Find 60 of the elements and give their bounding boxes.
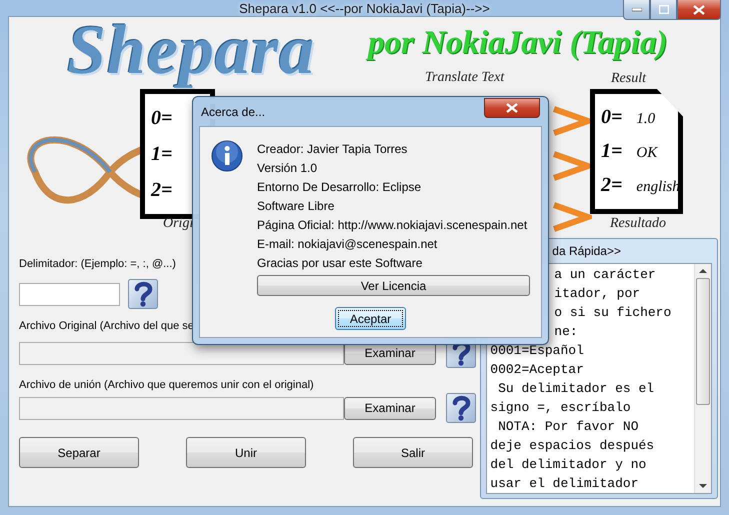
scroll-down-icon[interactable]: [699, 483, 707, 489]
field-label: Delimitador: (Ejemplo: =, :, @...): [19, 258, 176, 270]
help-text-line: signo =, escríbalo: [490, 399, 632, 417]
action-button[interactable]: Unir: [186, 437, 306, 468]
close-button[interactable]: [484, 98, 540, 118]
document-line: 0=: [601, 106, 622, 129]
file-path-field[interactable]: [19, 342, 344, 364]
file-path-field[interactable]: [19, 396, 344, 420]
diagram-caption: Translate Text: [425, 70, 504, 85]
delimiter-field[interactable]: [19, 282, 120, 306]
help-text-line: NOTA: Por favor NO: [497, 418, 640, 436]
about-text: Página Oficial: http://www.nokiajavi.scenespain.net: [257, 217, 528, 234]
help-icon[interactable]: [446, 393, 476, 423]
field-label: Archivo de unión (Archivo que queremos unir con el original): [19, 379, 314, 391]
close-icon: [506, 103, 518, 113]
about-text: Creador: Javier Tapia Torres: [257, 141, 408, 158]
license-button[interactable]: Ver Licencia: [257, 275, 530, 296]
browse-button[interactable]: Examinar: [344, 396, 436, 420]
document-line: 2=: [601, 174, 622, 198]
maximize-icon: [658, 5, 668, 14]
document-value: OK: [636, 144, 658, 162]
about-text: E-mail: nokiajavi@scenespain.net: [257, 236, 438, 253]
close-button[interactable]: [677, 0, 721, 20]
panel-title: da Rápida>>: [552, 243, 622, 260]
document-line: 1=: [151, 142, 172, 166]
diagram-caption: Result: [611, 71, 646, 86]
help-text-line: itador, por: [553, 285, 642, 303]
scrollbar[interactable]: [694, 264, 711, 493]
close-icon: [693, 4, 705, 14]
action-button[interactable]: Separar: [19, 437, 139, 468]
document-line: 1=: [601, 140, 622, 163]
dialog-title: Acerca de...: [200, 104, 266, 118]
help-text-line: o si su fichero: [553, 304, 672, 322]
info-icon: [211, 140, 243, 172]
help-text-line: 0001=Español: [490, 342, 585, 360]
help-text-line: 0002=Aceptar: [490, 361, 585, 379]
help-icon[interactable]: [128, 279, 158, 309]
minimize-button[interactable]: [623, 0, 650, 20]
about-text: Gracias por usar este Software: [257, 255, 424, 272]
accept-button[interactable]: Aceptar: [335, 307, 406, 330]
help-text-line: a un carácter: [553, 266, 657, 284]
scroll-up-icon[interactable]: [699, 268, 707, 274]
document-value: english: [636, 179, 680, 196]
about-text: Versión 1.0: [257, 160, 318, 177]
author-title: por NokiaJavi (Tapia): [368, 25, 668, 61]
document-line: 0=: [151, 106, 172, 130]
maximize-button[interactable]: [650, 0, 677, 20]
diagram-caption: Resultado: [610, 216, 666, 231]
help-text-line: deje espacios después: [490, 437, 656, 455]
about-text: Entorno De Desarrollo: Eclipse: [257, 179, 422, 196]
action-button[interactable]: Salir: [353, 437, 473, 468]
help-text-line: usar el delimitador: [490, 475, 640, 493]
about-text: Software Libre: [257, 198, 336, 215]
document-line: 2=: [151, 178, 172, 202]
document-value: 1.0: [636, 110, 656, 128]
help-text-line: ne:: [553, 323, 579, 341]
diagram-caption: Origi: [163, 216, 194, 231]
minimize-icon: [632, 8, 642, 12]
help-text-line: del delimitador y no: [490, 456, 648, 474]
help-text-line: Su delimitador es el: [497, 380, 656, 398]
